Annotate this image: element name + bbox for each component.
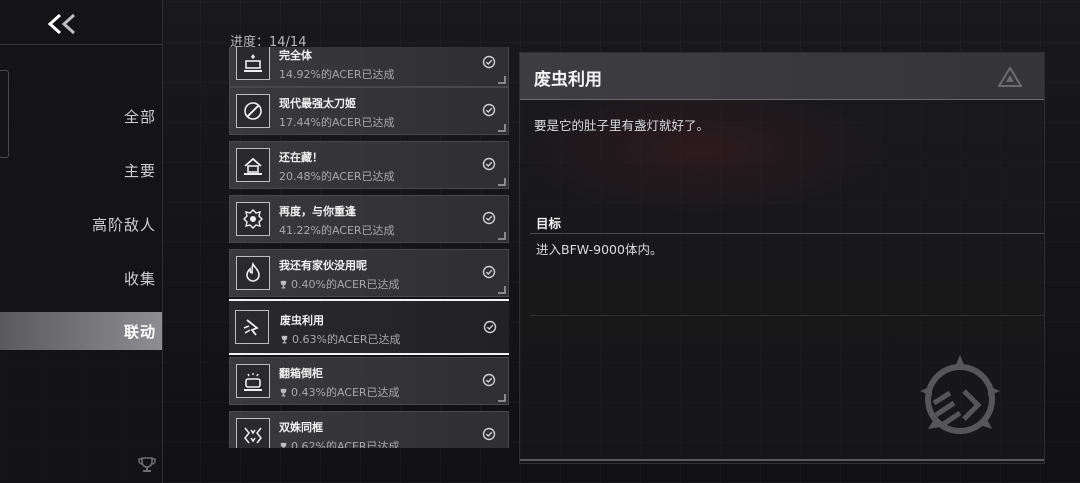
panel-bottom-border: [520, 459, 1044, 461]
trophy-icon: [280, 280, 287, 288]
double-chevron-left-icon: [47, 13, 76, 35]
achievement-percent-text: 14.92%的ACER已达成: [279, 68, 395, 81]
achievement-percent-text: 0.62%的ACER已达成: [291, 440, 400, 448]
corner-mark: [498, 178, 506, 186]
sidebar-item-collab[interactable]: 联动: [0, 312, 162, 350]
detail-title: 废虫利用: [534, 70, 602, 90]
goal-text: 进入BFW-9000体内。: [536, 242, 663, 257]
achievement-percent-text: 0.40%的ACER已达成: [291, 278, 400, 291]
achievement-item[interactable]: 翻箱倒柜 0.43%的ACER已达成: [229, 357, 509, 405]
achievement-percent-text: 0.63%的ACER已达成: [292, 333, 401, 346]
achievement-name: 现代最强太刀姬: [279, 97, 356, 110]
lion-badge-icon: [236, 202, 270, 236]
check-circle-icon: [483, 320, 497, 334]
sidebar: 全部 主要 高阶敌人 收集 联动: [0, 0, 163, 483]
sidebar-item-elite-enemies[interactable]: 高阶敌人: [0, 205, 162, 243]
achievement-percent: 14.92%的ACER已达成: [279, 66, 395, 82]
bug-badge-icon: [235, 310, 269, 344]
flame-badge-icon: [236, 256, 270, 290]
sidebar-item-all[interactable]: 全部: [0, 97, 162, 135]
corner-mark: [498, 232, 506, 240]
back-button[interactable]: [44, 8, 88, 40]
chest-badge-icon: [236, 364, 270, 398]
corner-mark: [498, 124, 506, 132]
achievement-percent: 0.63%的ACER已达成: [280, 331, 401, 347]
sidebar-item-label: 全部: [123, 107, 156, 126]
achievement-name: 翻箱倒柜: [279, 367, 323, 380]
achievement-item[interactable]: 还在藏！ 20.48%的ACER已达成: [229, 141, 509, 189]
corner-mark: [498, 394, 506, 402]
achievement-percent-text: 0.43%的ACER已达成: [291, 386, 400, 399]
trophy-icon: [280, 442, 287, 448]
blade-badge-icon: [236, 94, 270, 128]
achievement-item[interactable]: 我还有家伙没用呢 0.40%的ACER已达成: [229, 249, 509, 297]
trophy-icon: [281, 335, 288, 343]
achievement-name: 双姝同框: [279, 421, 323, 434]
achievement-list[interactable]: 完全体 14.92%的ACER已达成 现代最强太刀姬 17.44%的ACER已达…: [229, 47, 509, 448]
achievement-item[interactable]: 现代最强太刀姬 17.44%的ACER已达成: [229, 87, 509, 135]
achievement-percent-text: 17.44%的ACER已达成: [279, 116, 395, 129]
sidebar-divider: [0, 44, 162, 45]
sidebar-item-collect[interactable]: 收集: [0, 259, 162, 297]
achievement-percent: 0.43%的ACER已达成: [279, 384, 400, 400]
achievement-percent: 41.22%的ACER已达成: [279, 222, 395, 238]
achievement-item-selected[interactable]: 废虫利用 0.63%的ACER已达成: [229, 299, 509, 355]
mech-badge-icon: [236, 47, 270, 80]
twin-badge-icon: [236, 418, 270, 448]
check-circle-icon: [482, 211, 496, 225]
bug-emblem-icon: [920, 355, 1000, 434]
goal-label: 目标: [536, 216, 562, 231]
achievement-name: 再度，与你重逢: [279, 205, 356, 218]
corner-mark: [498, 76, 506, 84]
detail-divider: [530, 315, 1044, 316]
achievement-name: 完全体: [279, 49, 312, 62]
achievement-item[interactable]: 再度，与你重逢 41.22%的ACER已达成: [229, 195, 509, 243]
sidebar-item-label: 收集: [123, 269, 156, 288]
corner-mark: [498, 286, 506, 294]
achievement-item[interactable]: 完全体 14.92%的ACER已达成: [229, 47, 509, 87]
sidebar-item-label: 联动: [123, 322, 156, 341]
check-circle-icon: [482, 373, 496, 387]
achievement-detail-panel: 废虫利用 要是它的肚子里有盏灯就好了。 目标 进入BFW-9000体内。: [519, 52, 1045, 464]
achievement-percent: 17.44%的ACER已达成: [279, 114, 395, 130]
achievement-name: 废虫利用: [280, 314, 324, 327]
sidebar-item-label: 主要: [123, 161, 156, 180]
achievement-name: 我还有家伙没用呢: [279, 259, 367, 272]
achievement-percent-text: 20.48%的ACER已达成: [279, 170, 395, 183]
detail-header: 废虫利用: [520, 53, 1044, 100]
hideout-badge-icon: [236, 148, 270, 182]
check-circle-icon: [482, 157, 496, 171]
achievement-name: 还在藏！: [279, 151, 323, 164]
check-circle-icon: [482, 427, 496, 441]
trophy-icon: [138, 457, 156, 472]
achievement-item[interactable]: 双姝同框 0.62%的ACER已达成: [229, 411, 509, 448]
check-circle-icon: [482, 55, 496, 69]
sidebar-item-main[interactable]: 主要: [0, 151, 162, 189]
achievement-percent: 20.48%的ACER已达成: [279, 168, 395, 184]
sidebar-item-label: 高阶敌人: [91, 215, 156, 234]
check-circle-icon: [482, 265, 496, 279]
achievement-percent: 0.40%的ACER已达成: [279, 276, 400, 292]
achievement-percent-text: 41.22%的ACER已达成: [279, 224, 395, 237]
detail-description: 要是它的肚子里有盏灯就好了。: [534, 118, 710, 133]
goal-divider: [530, 233, 1044, 234]
check-circle-icon: [482, 103, 496, 117]
trophy-icon: [280, 388, 287, 396]
game-logo-icon: [998, 67, 1022, 87]
achievement-percent: 0.62%的ACER已达成: [279, 438, 400, 448]
